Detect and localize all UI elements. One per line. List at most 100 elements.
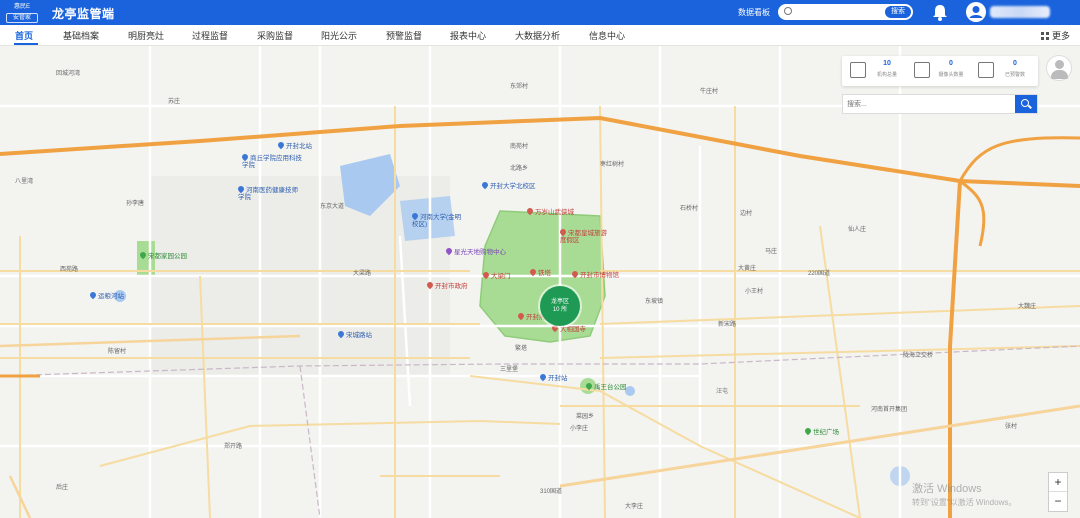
doc-search-icon <box>914 62 930 78</box>
poi-songdu-palace[interactable]: 宋都皇城旅游度假区 <box>558 227 610 244</box>
top-header: 惠民E 安管家 龙亭监管端 数据看板 搜索 <box>0 0 1080 25</box>
map-search-input[interactable] <box>847 98 1007 111</box>
watermark-line2: 转到"设置"以激活 Windows。 <box>912 498 1017 507</box>
nav-warning[interactable]: 预警监督 <box>386 29 422 42</box>
poi-kaifeng-museum[interactable]: 开封市博物馆 <box>570 269 619 279</box>
map-canvas[interactable]: 回城河湾 苏庄 东郊村 牛庄村 南苑村 北路乡 枣红树村 石桥村 边村 大黄庄 … <box>0 46 1080 518</box>
nav-process[interactable]: 过程监督 <box>192 29 228 42</box>
poi-kaifeng-station[interactable]: 开封站 <box>538 372 568 382</box>
map-label: 陈留村 <box>108 349 127 355</box>
map-label: 北路乡 <box>510 166 529 172</box>
nav-bigdata[interactable]: 大数据分析 <box>515 29 560 42</box>
road-label: 东京大道 <box>320 204 345 210</box>
map-label: 仙人庄 <box>848 227 867 233</box>
global-search: 搜索 <box>778 4 913 20</box>
stats-panel: 10 机构总量 0 摄像头数量 0 已预警数 <box>842 56 1038 86</box>
bell-icon[interactable] <box>931 3 949 22</box>
poi-yunlianghe-station[interactable]: 运粮河站 <box>88 290 124 300</box>
zoom-control: + − <box>1048 472 1068 512</box>
nav-reports[interactable]: 报表中心 <box>450 29 486 42</box>
map-label: 马庄 <box>765 249 778 255</box>
active-tab-indicator <box>14 43 38 45</box>
poi-starlight-mall[interactable]: 星光天地购物中心 <box>444 246 506 256</box>
map-label: 回城河湾 <box>56 71 81 77</box>
map-label: 陇海立交桥 <box>903 353 934 359</box>
map-label: 苏庄 <box>168 99 181 105</box>
global-search-button[interactable]: 搜索 <box>885 6 911 18</box>
search-icon <box>784 7 792 15</box>
map-label: 西苑路 <box>60 267 79 273</box>
cluster-count: 10 所 <box>552 307 568 313</box>
map-label: 八里湾 <box>15 179 34 185</box>
poi-iron-tower[interactable]: 铁塔 <box>528 267 551 277</box>
stat-warnings[interactable]: 0 已预警数 <box>972 59 1034 83</box>
map-label: 大魏庄 <box>1018 304 1037 310</box>
stat-label: 机构总量 <box>876 72 897 78</box>
map-label: 张村 <box>1005 424 1018 430</box>
map-label: 牛庄村 <box>700 89 719 95</box>
poi-wansui-mountain[interactable]: 万岁山武侠城 <box>525 206 574 216</box>
poi-songdu-park[interactable]: 宋都家园公园 <box>138 250 187 260</box>
zoom-in-button[interactable]: + <box>1049 473 1067 492</box>
monitor-icon <box>978 62 994 78</box>
map-label: 小李庄 <box>570 426 589 432</box>
map-label: 繁塔 <box>515 346 528 352</box>
map-label: 南苑村 <box>510 144 529 150</box>
stat-value: 10 <box>883 60 891 67</box>
username-blurred[interactable] <box>990 6 1050 18</box>
map-label: 大李庄 <box>625 504 644 510</box>
nav-kitchen[interactable]: 明厨亮灶 <box>128 29 164 42</box>
stat-label: 已预警数 <box>1004 72 1025 78</box>
poi-daliang-gate[interactable]: 大梁门 <box>481 270 511 280</box>
poi-medical-college[interactable]: 河南医药健康技师学院 <box>236 184 298 201</box>
nav-basic-archive[interactable]: 基础档案 <box>63 29 99 42</box>
dashboard-link[interactable]: 数据看板 <box>738 7 770 18</box>
poi-yuwangtai-park[interactable]: 禹王台公园 <box>584 381 627 391</box>
grid-icon <box>1040 32 1049 40</box>
road-label: 新宋路 <box>718 322 737 328</box>
stat-label: 摄像头数量 <box>938 72 964 78</box>
app-title: 龙亭监管端 <box>52 7 115 21</box>
main-nav: 首页 基础档案 明厨亮灶 过程监督 采购监督 阳光公示 预警监督 报表中心 大数… <box>0 25 1080 46</box>
nav-public[interactable]: 阳光公示 <box>321 29 357 42</box>
zoom-out-button[interactable]: − <box>1049 492 1067 511</box>
stat-cameras[interactable]: 0 摄像头数量 <box>908 59 970 83</box>
map-user-avatar-icon[interactable] <box>1046 55 1072 81</box>
road-label: 大梁路 <box>353 271 372 277</box>
stat-value: 0 <box>949 60 953 67</box>
stat-institutions[interactable]: 10 机构总量 <box>844 59 906 83</box>
map-label: 三里堡 <box>500 367 519 373</box>
road-label: 310国道 <box>540 489 563 495</box>
district-cluster-marker[interactable]: 龙亭区 10 所 <box>540 286 580 326</box>
map-label: 东郊村 <box>510 84 529 90</box>
global-search-input[interactable] <box>796 6 876 18</box>
poi-kaifeng-north-station[interactable]: 开封北站 <box>276 140 312 150</box>
poi-city-government[interactable]: 开封市政府 <box>425 280 468 290</box>
nav-info[interactable]: 信息中心 <box>589 29 625 42</box>
map-label: 后庄 <box>56 485 69 491</box>
map-search-button[interactable] <box>1015 95 1037 113</box>
user-avatar-icon[interactable] <box>966 2 986 22</box>
map-label: 菜园乡 <box>576 414 595 420</box>
poi-kaifeng-university[interactable]: 开封大学北校区 <box>480 180 536 190</box>
map-base <box>0 46 1080 518</box>
road-label: 郑开路 <box>224 444 243 450</box>
poi-songcheng-road-station[interactable]: 宋城路站 <box>336 329 372 339</box>
map-label: 河南首开集团 <box>871 407 908 413</box>
map-label: 边村 <box>740 211 753 217</box>
more-menu[interactable]: 更多 <box>1040 29 1070 42</box>
poi-business-college[interactable]: 商丘学院应用科技学院 <box>240 152 302 169</box>
poi-century-square[interactable]: 世纪广场 <box>803 426 839 436</box>
map-label: 大黄庄 <box>738 266 757 272</box>
watermark-line1: 激活 Windows <box>912 483 982 495</box>
road-label: 220国道 <box>808 271 831 277</box>
logo-top-text: 惠民E <box>13 4 30 10</box>
nav-purchase[interactable]: 采购监督 <box>257 29 293 42</box>
app-logo: 惠民E 安管家 <box>2 1 42 24</box>
nav-home[interactable]: 首页 <box>15 29 33 42</box>
map-search-box <box>842 94 1038 114</box>
map-label: 东坡镇 <box>645 299 664 305</box>
stat-value: 0 <box>1013 60 1017 67</box>
poi-henan-university[interactable]: 河南大学(金明校区) <box>410 211 462 228</box>
windows-activation-watermark: 激活 Windows 转到"设置"以激活 Windows。 <box>912 482 1016 510</box>
